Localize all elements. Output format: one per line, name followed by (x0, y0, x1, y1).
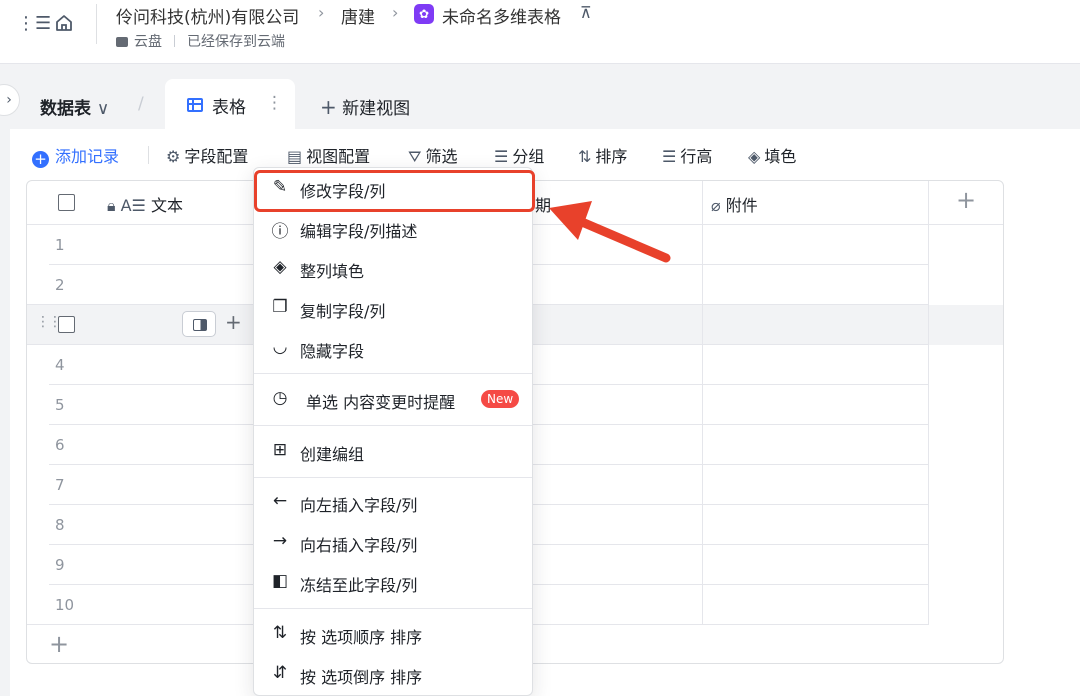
annotation-arrow (549, 201, 671, 263)
